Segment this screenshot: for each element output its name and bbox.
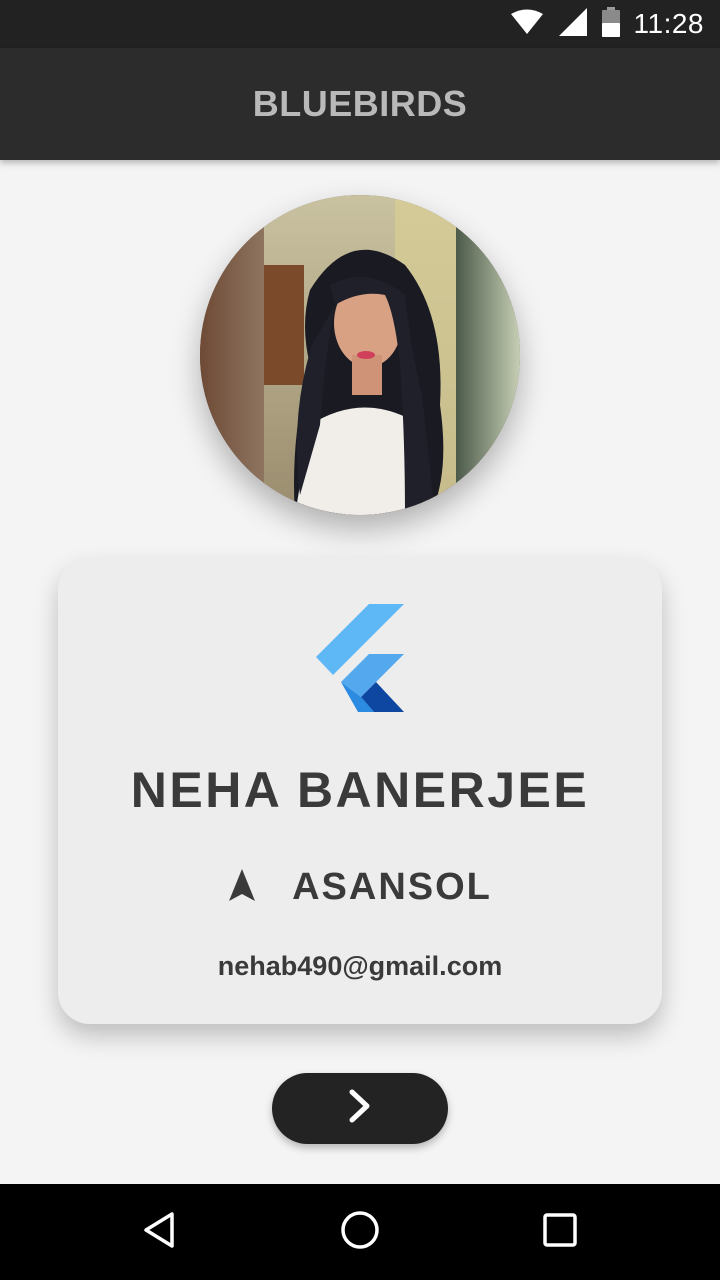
chevron-right-icon — [348, 1089, 372, 1128]
app-title: BLUEBIRDS — [252, 83, 468, 124]
home-circle-icon — [339, 1209, 381, 1256]
battery-icon — [601, 6, 620, 42]
home-button[interactable] — [336, 1208, 384, 1256]
signal-icon — [558, 7, 588, 42]
system-nav-bar — [0, 1184, 720, 1280]
profile-photo — [200, 195, 520, 515]
status-icons: 11:28 — [510, 0, 705, 48]
status-time: 11:28 — [633, 8, 704, 39]
back-triangle-icon — [140, 1210, 180, 1255]
wifi-icon — [510, 9, 544, 40]
status-bar: 11:28 — [0, 0, 720, 48]
recents-square-icon — [541, 1211, 579, 1254]
email-label: nehab490@gmail.com — [217, 951, 503, 981]
location-label: ASANSOL — [292, 865, 492, 908]
location-row: ASANSOL — [58, 862, 662, 912]
profile-name: NEHA BANERJEE — [130, 762, 590, 818]
next-button[interactable] — [272, 1073, 448, 1144]
back-button[interactable] — [136, 1208, 184, 1256]
app-bar: BLUEBIRDS — [0, 48, 720, 160]
recents-button[interactable] — [536, 1208, 584, 1256]
navigation-arrow-icon — [228, 868, 256, 906]
flutter-logo-icon — [316, 604, 406, 714]
avatar — [200, 195, 520, 515]
